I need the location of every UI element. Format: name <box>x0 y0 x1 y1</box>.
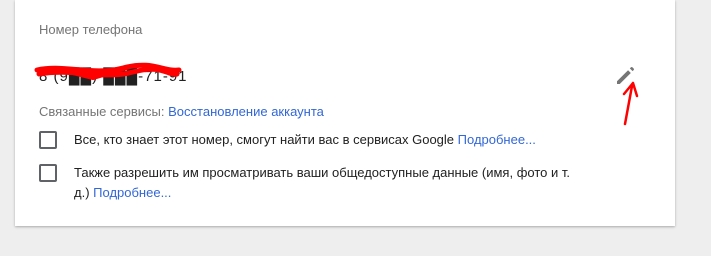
linked-services-row: Связанные сервисы: Восстановление аккаун… <box>39 104 324 119</box>
phone-number-field: 8 (9██) ███-71-91 <box>34 62 187 88</box>
find-by-phone-checkbox[interactable] <box>39 131 57 149</box>
phone-settings-card: Номер телефона 8 (9██) ███-71-91 Связанн… <box>15 0 675 226</box>
redaction-scribble <box>34 62 182 81</box>
learn-more-link[interactable]: Подробнее... <box>458 132 536 147</box>
annotation-arrow <box>622 81 639 126</box>
option-find-by-phone: Все, кто знает этот номер, смогут найти … <box>39 130 579 150</box>
option-text: Все, кто знает этот номер, смогут найти … <box>74 132 455 147</box>
option-text-wrap: Все, кто знает этот номер, смогут найти … <box>74 130 579 150</box>
show-public-data-checkbox[interactable] <box>39 164 57 182</box>
option-show-public-data: Также разрешить им просматривать ваши об… <box>39 163 579 203</box>
linked-services-label: Связанные сервисы: <box>39 104 165 119</box>
learn-more-link[interactable]: Подробнее... <box>93 185 171 200</box>
account-recovery-link[interactable]: Восстановление аккаунта <box>168 104 324 119</box>
section-title: Номер телефона <box>39 22 143 37</box>
option-text-wrap: Также разрешить им просматривать ваши об… <box>74 163 579 203</box>
